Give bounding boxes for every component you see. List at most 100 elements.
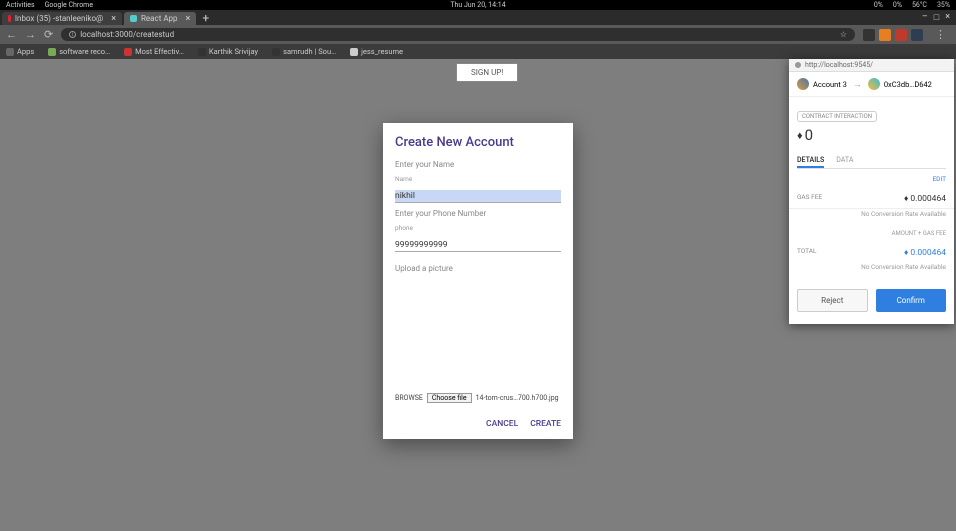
create-account-modal: Create New Account Enter your Name Name …	[383, 123, 573, 439]
bookmark[interactable]: samrudh | Sou…	[272, 47, 336, 56]
bookmark-icon	[272, 48, 280, 56]
metamask-tabs: DETAILS DATA	[797, 154, 946, 169]
activities-label[interactable]: Activities	[6, 1, 35, 9]
clock[interactable]: Thu Jun 20, 14:14	[450, 1, 505, 9]
metamask-actions: Reject Confirm	[789, 279, 954, 324]
arrow-right-icon: →	[853, 79, 862, 90]
address-bar: ← → ⟳ i localhost:3000/createstud ☆ ⋮	[0, 25, 956, 44]
bookmark-label: samrudh | Sou…	[283, 47, 336, 56]
status-indicator: 35%	[937, 1, 950, 9]
tab-data[interactable]: DATA	[836, 154, 853, 168]
bookmark-label: Apps	[17, 47, 34, 56]
minimize-icon[interactable]: –	[922, 12, 928, 23]
modal-actions: CANCEL CREATE	[395, 419, 561, 429]
gas-fee-label: GAS FEE	[797, 193, 822, 201]
phone-label: phone	[395, 224, 561, 232]
bookmark-label: jess_resume	[361, 47, 403, 56]
metamask-extension-icon[interactable]	[879, 29, 891, 41]
bookmark[interactable]: Karthik Srivijay	[198, 47, 258, 56]
forward-icon[interactable]: →	[25, 28, 36, 41]
browse-label: BROWSE	[395, 394, 423, 402]
account-avatar-icon	[868, 78, 880, 90]
extension-icons	[863, 29, 923, 41]
close-icon[interactable]: ×	[186, 14, 191, 24]
total-value: ♦0.000464	[904, 247, 946, 258]
account-avatar-icon	[797, 78, 809, 90]
metamask-network-bar[interactable]: http://localhost:9545/	[789, 59, 954, 72]
menu-icon[interactable]: ⋮	[931, 28, 950, 41]
bookmark[interactable]: software reco…	[48, 47, 110, 56]
favicon	[130, 15, 137, 22]
extension-icon[interactable]	[911, 29, 923, 41]
confirm-button[interactable]: Confirm	[876, 289, 947, 312]
reject-button[interactable]: Reject	[797, 289, 868, 312]
to-account-name[interactable]: 0xC3db…D642	[884, 80, 932, 89]
tx-amount-value: 0	[805, 126, 813, 144]
signup-button[interactable]: SIGN UP!	[456, 63, 518, 82]
name-label: Name	[395, 175, 561, 183]
bookmark-icon	[6, 48, 14, 56]
phone-hint: Enter your Phone Number	[395, 209, 561, 218]
extension-icon[interactable]	[863, 29, 875, 41]
back-icon[interactable]: ←	[6, 28, 17, 41]
url-input[interactable]: i localhost:3000/createstud ☆	[61, 28, 855, 41]
bookmark-label: Most Effectiv…	[135, 47, 184, 56]
reload-icon[interactable]: ⟳	[44, 28, 53, 41]
chosen-file-name: 14-tom-crus…700.h700.jpg	[476, 394, 559, 402]
status-indicator: 56°C	[912, 1, 927, 9]
tab-details[interactable]: DETAILS	[797, 154, 824, 168]
contract-badge: CONTRACT INTERACTION	[797, 111, 877, 122]
phone-input[interactable]	[395, 239, 561, 252]
bookmark-icon	[198, 48, 206, 56]
favicon	[8, 15, 11, 22]
eth-icon: ♦	[904, 247, 908, 258]
amount-plus-label: AMOUNT + GAS FEE	[789, 226, 954, 237]
chrome-tab-strip: Inbox (35) -stanleeniko@ × React App × +…	[0, 10, 956, 25]
name-hint: Enter your Name	[395, 160, 561, 169]
gas-fee-value: ♦0.000464	[904, 193, 946, 204]
maximize-icon[interactable]: □	[934, 12, 939, 23]
network-label: http://localhost:9545/	[805, 61, 873, 69]
gas-fee-row: GAS FEE ♦0.000464	[789, 183, 954, 209]
new-tab-button[interactable]: +	[196, 11, 215, 25]
gas-conversion-note: No Conversion Rate Available	[789, 209, 954, 226]
edit-gas-link[interactable]: EDIT	[789, 171, 954, 183]
network-dot-icon	[795, 62, 801, 68]
status-indicator: 0%	[874, 1, 883, 9]
browser-tab[interactable]: React App ×	[124, 12, 196, 25]
total-label: TOTAL	[797, 247, 817, 255]
bookmark[interactable]: Apps	[6, 47, 34, 56]
eth-icon: ♦	[904, 193, 908, 204]
close-icon[interactable]: ×	[111, 14, 116, 24]
total-row: TOTAL ♦0.000464	[789, 237, 954, 262]
metamask-accounts-row: Account 3 → 0xC3db…D642	[789, 72, 954, 97]
eth-icon: ♦	[797, 129, 803, 142]
browser-tab[interactable]: Inbox (35) -stanleeniko@ ×	[2, 12, 122, 25]
page-content: SIGN UP! Create New Account Enter your N…	[0, 59, 956, 531]
bookmark-icon	[124, 48, 132, 56]
upload-hint: Upload a picture	[395, 264, 561, 273]
choose-file-button[interactable]: Choose file	[427, 393, 472, 403]
star-icon[interactable]: ☆	[840, 30, 847, 39]
bookmark-icon	[48, 48, 56, 56]
cancel-button[interactable]: CANCEL	[486, 419, 518, 429]
ubuntu-top-bar: Activities Google Chrome Thu Jun 20, 14:…	[0, 0, 956, 10]
bookmarks-bar: Apps software reco… Most Effectiv… Karth…	[0, 44, 956, 59]
create-button[interactable]: CREATE	[530, 419, 561, 429]
tab-title: Inbox (35) -stanleeniko@	[15, 14, 103, 23]
tx-amount: ♦ 0	[797, 126, 946, 144]
name-input[interactable]	[395, 190, 561, 203]
tab-title: React App	[141, 14, 178, 23]
url-text: localhost:3000/createstud	[80, 30, 174, 39]
info-icon[interactable]: i	[69, 31, 76, 38]
extension-icon[interactable]	[895, 29, 907, 41]
modal-title: Create New Account	[395, 135, 561, 150]
bookmark[interactable]: Most Effectiv…	[124, 47, 184, 56]
bookmark-label: software reco…	[59, 47, 110, 56]
bookmark[interactable]: jess_resume	[350, 47, 403, 56]
status-indicator: 0%	[893, 1, 902, 9]
close-window-icon[interactable]: ×	[945, 12, 950, 23]
bookmark-icon	[350, 48, 358, 56]
from-account-name[interactable]: Account 3	[813, 80, 847, 89]
active-app-label[interactable]: Google Chrome	[45, 1, 93, 9]
